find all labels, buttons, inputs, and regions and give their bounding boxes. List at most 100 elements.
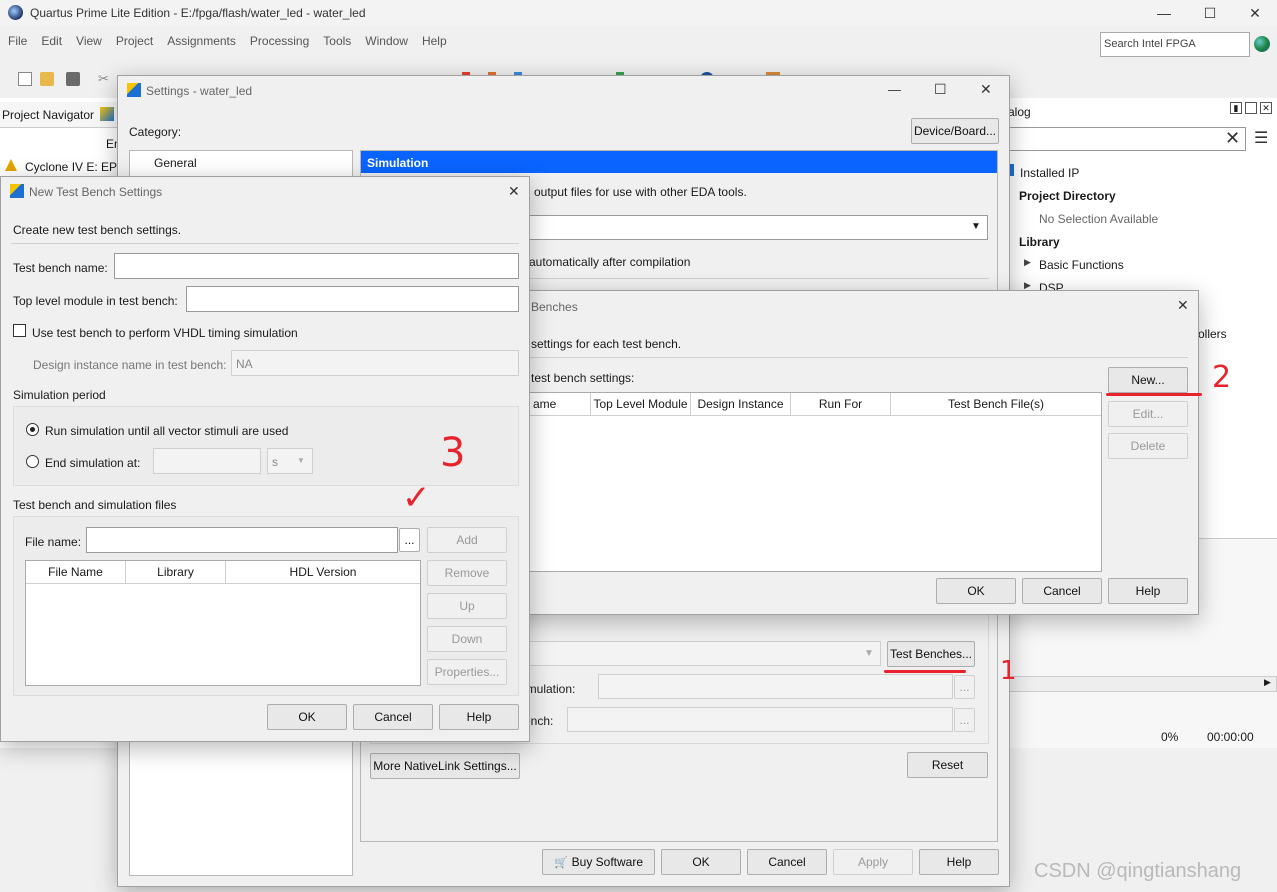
new-test-bench-button[interactable]: New...: [1108, 367, 1188, 393]
menu-processing[interactable]: Processing: [250, 34, 309, 48]
simulation-field[interactable]: [598, 674, 953, 699]
move-up-button[interactable]: Up: [427, 593, 507, 619]
globe-icon[interactable]: [1254, 36, 1270, 52]
col-hdl-version[interactable]: HDL Version: [226, 561, 420, 583]
scroll-right-icon[interactable]: ▶: [1264, 677, 1271, 688]
ip-search-input[interactable]: [1008, 127, 1246, 151]
settings-maximize-icon[interactable]: ☐: [934, 81, 947, 98]
simulation-browse-button[interactable]: ...: [954, 675, 975, 699]
expand-arrow-icon[interactable]: ▶: [1024, 257, 1031, 268]
menu-file[interactable]: File: [8, 34, 27, 48]
move-down-button[interactable]: Down: [427, 626, 507, 652]
end-unit-select[interactable]: s: [267, 448, 313, 474]
new-tb-ok-button[interactable]: OK: [267, 704, 347, 730]
settings-ok-button[interactable]: OK: [661, 849, 741, 875]
settings-cancel-button[interactable]: Cancel: [747, 849, 827, 875]
messages-scrollbar[interactable]: [1008, 676, 1277, 692]
minimize-icon[interactable]: —: [1141, 0, 1187, 26]
file-list-table[interactable]: File Name Library HDL Version: [25, 560, 421, 686]
test-bench-browse-button[interactable]: ...: [954, 708, 975, 732]
col-name[interactable]: ame: [527, 393, 591, 415]
project-directory-item[interactable]: Project Directory: [1019, 189, 1116, 203]
new-tb-title: New Test Bench Settings: [29, 185, 163, 199]
open-folder-icon[interactable]: [40, 72, 54, 86]
dropdown-arrow-icon[interactable]: ▼: [971, 221, 981, 232]
settings-help-button[interactable]: Help: [919, 849, 999, 875]
delete-test-bench-button[interactable]: Delete: [1108, 433, 1188, 459]
col-library[interactable]: Library: [126, 561, 226, 583]
close-icon[interactable]: ✕: [1232, 0, 1277, 26]
col-top-level-module[interactable]: Top Level Module: [591, 393, 691, 415]
panel-float-icon[interactable]: ▮: [1230, 102, 1242, 114]
test-bench-table[interactable]: ame Top Level Module Design Instance Run…: [526, 392, 1102, 572]
file-browse-button[interactable]: ...: [399, 528, 420, 552]
reset-button[interactable]: Reset: [907, 752, 988, 778]
device-item[interactable]: Cyclone IV E: EP4: [25, 160, 124, 174]
buy-software-button[interactable]: 🛒 Buy Software: [542, 849, 655, 875]
search-input[interactable]: Search Intel FPGA: [1100, 32, 1250, 57]
new-tb-help-button[interactable]: Help: [439, 704, 519, 730]
remove-file-button[interactable]: Remove: [427, 560, 507, 586]
test-benches-close-icon[interactable]: ✕: [1177, 297, 1189, 314]
col-test-bench-files[interactable]: Test Bench File(s): [891, 393, 1101, 415]
new-tb-cancel-button[interactable]: Cancel: [353, 704, 433, 730]
file-name-input[interactable]: [86, 527, 398, 553]
settings-apply-button[interactable]: Apply: [833, 849, 913, 875]
hamburger-menu-icon[interactable]: ☰: [1254, 128, 1268, 148]
edit-test-bench-button[interactable]: Edit...: [1108, 401, 1188, 427]
new-tb-close-icon[interactable]: ✕: [508, 183, 520, 200]
menu-edit[interactable]: Edit: [41, 34, 62, 48]
test-benches-dialog: Benches ✕ settings for each test bench. …: [505, 290, 1199, 615]
test-benches-description: settings for each test bench.: [531, 337, 682, 351]
add-file-button[interactable]: Add: [427, 527, 507, 553]
menu-window[interactable]: Window: [365, 34, 408, 48]
col-file-name[interactable]: File Name: [26, 561, 126, 583]
col-run-for[interactable]: Run For: [791, 393, 891, 415]
panel-close-icon[interactable]: ✕: [1260, 102, 1272, 114]
library-item[interactable]: Library: [1019, 235, 1060, 249]
settings-close-icon[interactable]: ✕: [980, 81, 992, 98]
new-file-icon[interactable]: [18, 72, 32, 86]
more-nativelink-button[interactable]: More NativeLink Settings...: [370, 753, 520, 779]
category-general[interactable]: General: [154, 156, 197, 170]
controllers-item[interactable]: ollers: [1198, 327, 1227, 341]
tb-name-input[interactable]: [114, 253, 519, 279]
sim-period-label: Simulation period: [13, 388, 106, 402]
end-at-input[interactable]: [153, 448, 261, 474]
menu-view[interactable]: View: [76, 34, 102, 48]
dropdown-arrow-icon[interactable]: ▼: [297, 456, 305, 465]
files-label: Test bench and simulation files: [13, 498, 177, 512]
test-benches-button[interactable]: Test Benches...: [887, 641, 975, 667]
cart-icon: 🛒: [553, 856, 568, 869]
vhdl-timing-checkbox[interactable]: [13, 324, 26, 337]
end-at-radio[interactable]: [26, 455, 39, 468]
design-instance-input[interactable]: NA: [231, 350, 519, 376]
run-until-radio[interactable]: [26, 423, 39, 436]
test-benches-ok-button[interactable]: OK: [936, 578, 1016, 604]
cut-icon[interactable]: ✂: [98, 72, 112, 86]
properties-button[interactable]: Properties...: [427, 659, 507, 685]
panel-restore-icon[interactable]: [1245, 102, 1257, 114]
design-instance-label: Design instance name in test bench:: [33, 358, 227, 372]
menu-project[interactable]: Project: [116, 34, 153, 48]
col-design-instance[interactable]: Design Instance: [691, 393, 791, 415]
test-bench-field[interactable]: [567, 707, 953, 732]
tool-name-select[interactable]: [527, 215, 988, 240]
basic-functions-item[interactable]: Basic Functions: [1039, 258, 1124, 272]
simulation-header-text: Simulation: [367, 156, 429, 170]
dropdown-arrow-icon[interactable]: ▼: [864, 648, 874, 659]
top-module-input[interactable]: [186, 286, 519, 312]
menu-tools[interactable]: Tools: [323, 34, 351, 48]
save-icon[interactable]: [66, 72, 80, 86]
maximize-icon[interactable]: ☐: [1187, 0, 1233, 26]
installed-ip-item[interactable]: Installed IP: [1020, 166, 1079, 180]
test-bench-select[interactable]: [527, 641, 881, 666]
device-board-button[interactable]: Device/Board...: [911, 118, 999, 144]
hierarchy-icon[interactable]: [100, 107, 114, 121]
clear-search-icon[interactable]: ✕: [1225, 128, 1240, 149]
test-benches-help-button[interactable]: Help: [1108, 578, 1188, 604]
menu-help[interactable]: Help: [422, 34, 447, 48]
menu-assignments[interactable]: Assignments: [167, 34, 236, 48]
test-benches-cancel-button[interactable]: Cancel: [1022, 578, 1102, 604]
settings-minimize-icon[interactable]: —: [888, 82, 901, 97]
